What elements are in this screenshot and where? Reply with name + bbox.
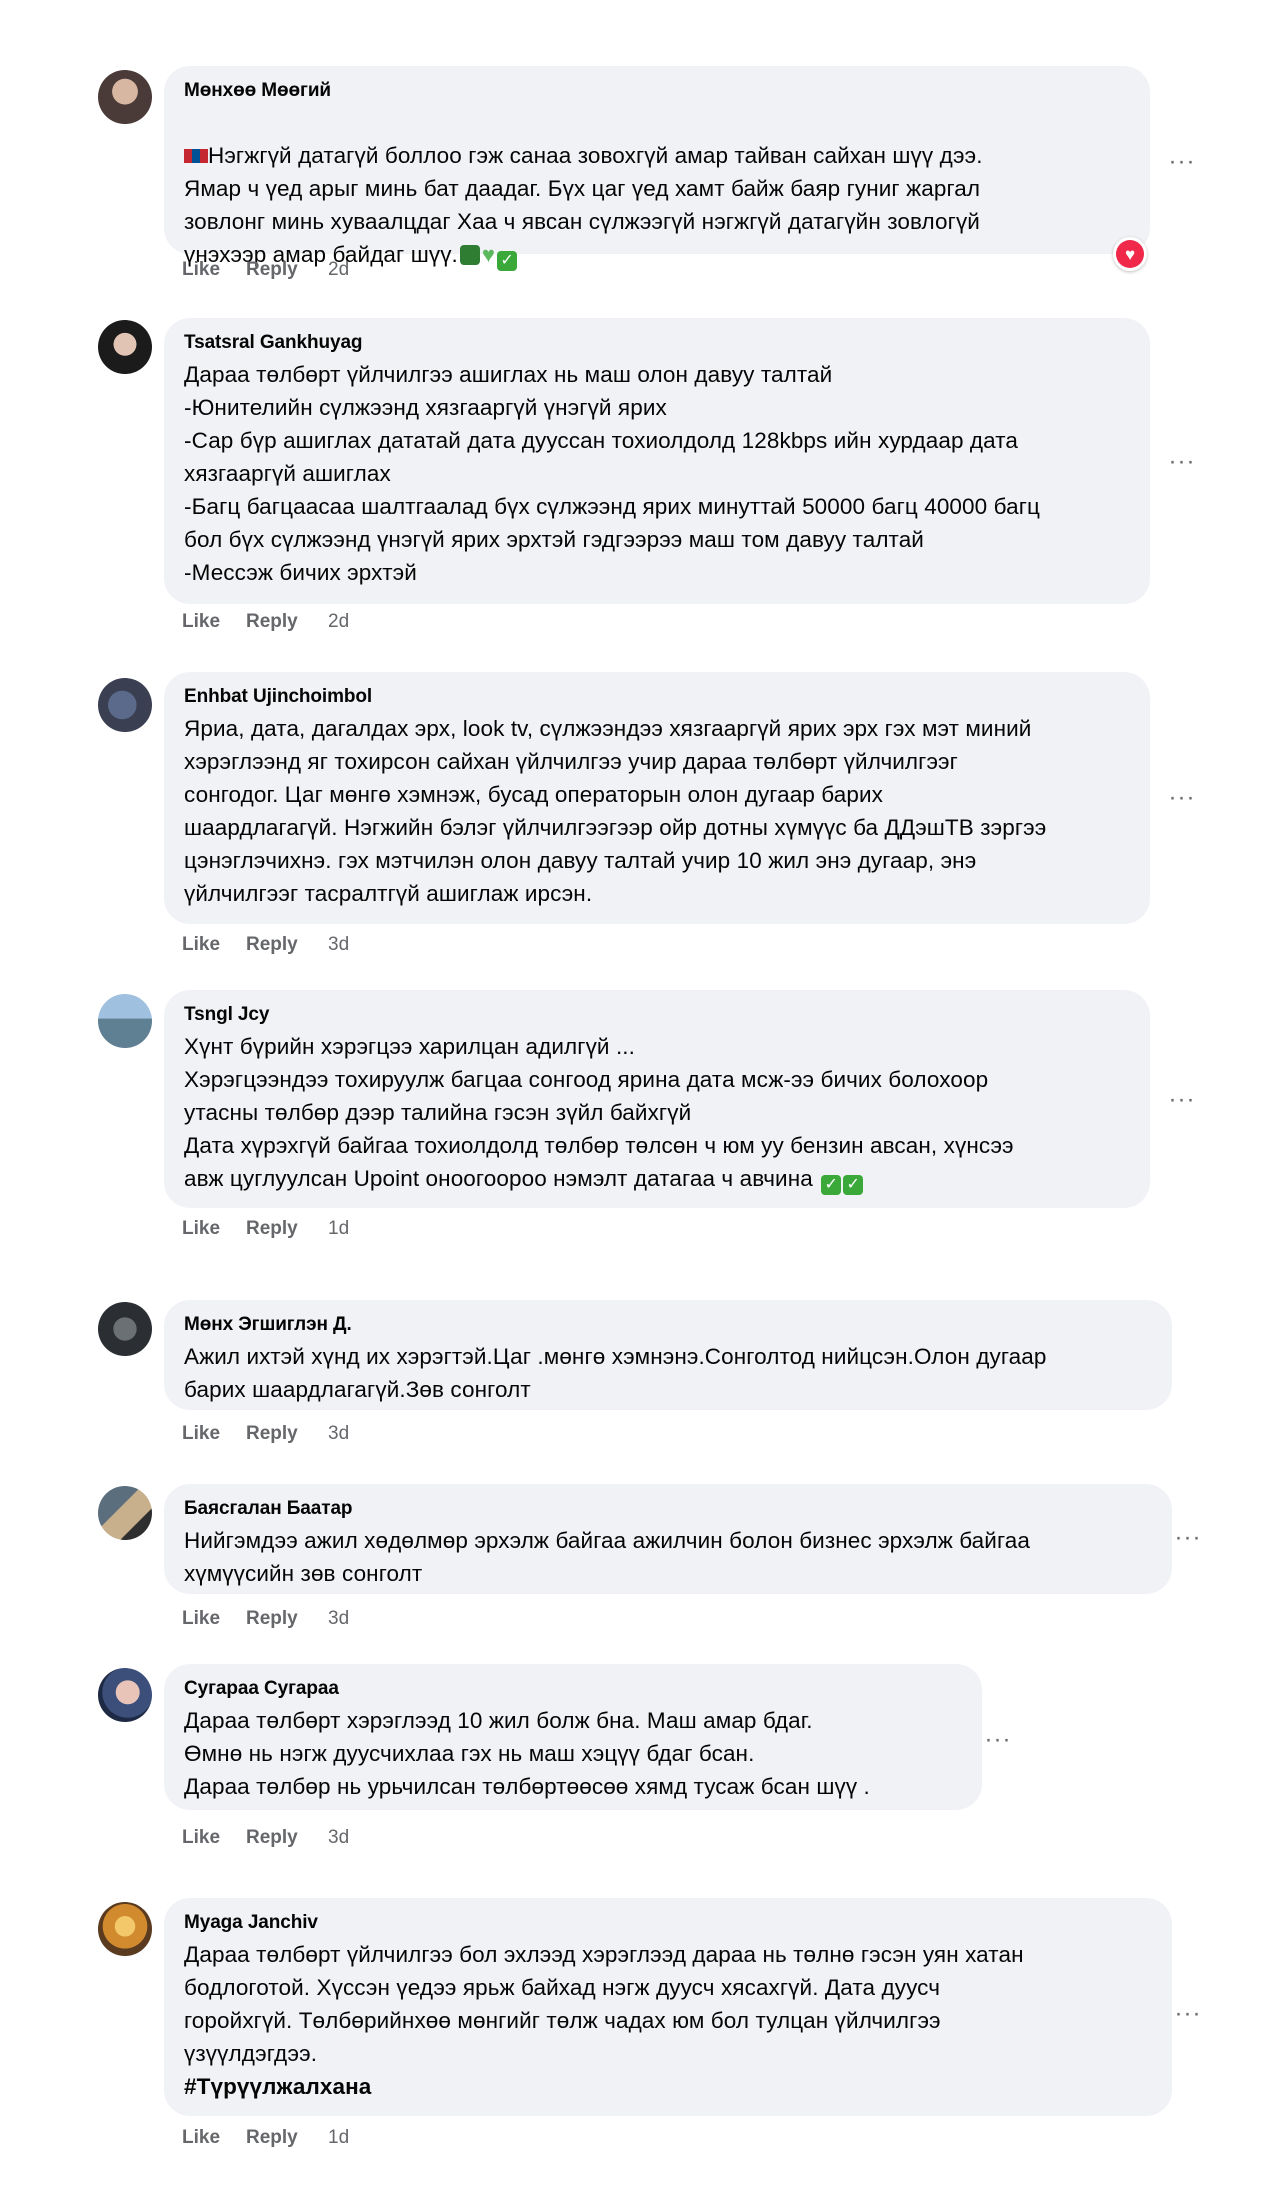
like-button[interactable]: Like [182, 611, 246, 633]
comment-time[interactable]: 3d [328, 934, 349, 956]
like-button[interactable]: Like [182, 1608, 246, 1630]
avatar[interactable] [98, 1486, 152, 1540]
comment-time[interactable]: 3d [328, 1827, 349, 1849]
comment-time[interactable]: 1d [328, 1218, 349, 1240]
comment-text: Дараа төлбөрт хэрэглээд 10 жил болж бна.… [184, 1708, 870, 1799]
avatar[interactable] [98, 1902, 152, 1956]
comment-actions: Like Reply 2d [182, 259, 349, 281]
comment-body: Нэгжгүй датагүй боллоо гэж санаа зовохгү… [184, 143, 983, 267]
like-button[interactable]: Like [182, 1827, 246, 1849]
reply-button[interactable]: Reply [246, 259, 328, 281]
avatar[interactable] [98, 1302, 152, 1356]
hashtag-link[interactable]: #Түрүүлжалхана [184, 2070, 1152, 2103]
reply-button[interactable]: Reply [246, 1827, 328, 1849]
comment-time[interactable]: 3d [328, 1423, 349, 1445]
comment-time[interactable]: 3d [328, 1608, 349, 1630]
comment-author[interactable]: Enhbat Ujinchoimbol [184, 686, 1130, 708]
comment-actions: Like Reply 3d [182, 934, 349, 956]
avatar[interactable] [98, 678, 152, 732]
reply-button[interactable]: Reply [246, 1218, 328, 1240]
comment-time[interactable]: 1d [328, 2127, 349, 2149]
comment-bubble: Мөнхөө Мөөгий Нэгжгүй датагүй боллоо гэж… [164, 66, 1150, 271]
comment-bubble: Tsatsral Gankhuyag Дараа төлбөрт үйлчилг… [164, 318, 1150, 604]
like-button[interactable]: Like [182, 2127, 246, 2149]
comment-author[interactable]: Баясгалан Баатар [184, 1498, 1152, 1520]
comment-author[interactable]: Сугараа Сугараа [184, 1678, 962, 1700]
more-options-icon[interactable]: ··· [1168, 1518, 1208, 1558]
comment-actions: Like Reply 1d [182, 2127, 349, 2149]
comment-time[interactable]: 2d [328, 611, 349, 633]
reply-button[interactable]: Reply [246, 934, 328, 956]
mongolia-flag-icon [184, 149, 208, 163]
comment-bubble: Баясгалан Баатар Нийгэмдээ ажил хөдөлмөр… [164, 1484, 1172, 1594]
comment-bubble: Tsngl Jcy Хүнт бүрийн хэрэгцээ харилцан … [164, 990, 1150, 1208]
more-options-icon[interactable]: ··· [1168, 1994, 1208, 2034]
comment-bubble: Мөнх Эгшиглэн Д. Ажил ихтэй хүнд их хэрэ… [164, 1300, 1172, 1410]
more-options-icon[interactable]: ··· [1162, 778, 1202, 818]
avatar[interactable] [98, 1668, 152, 1722]
reply-button[interactable]: Reply [246, 2127, 328, 2149]
comment-author[interactable]: Мөнхөө Мөөгий [184, 80, 1130, 102]
comment-author[interactable]: Мөнх Эгшиглэн Д. [184, 1314, 1152, 1336]
avatar[interactable] [98, 320, 152, 374]
like-button[interactable]: Like [182, 1218, 246, 1240]
comment-actions: Like Reply 3d [182, 1608, 349, 1630]
reply-button[interactable]: Reply [246, 1423, 328, 1445]
comment-bubble: Myaga Janchiv Дараа төлбөрт үйлчилгээ бо… [164, 1898, 1172, 2116]
comment-text: Дараа төлбөрт үйлчилгээ ашиглах нь маш о… [184, 362, 1041, 585]
comment-bubble: Сугараа Сугараа Дараа төлбөрт хэрэглээд … [164, 1664, 982, 1810]
more-options-icon[interactable]: ··· [978, 1720, 1018, 1760]
green-book-icon [459, 245, 480, 265]
green-heart-icon: ♥ [481, 242, 496, 267]
check-mark-icon: ✓ [843, 1175, 864, 1195]
reply-button[interactable]: Reply [246, 1608, 328, 1630]
check-mark-icon: ✓ [821, 1175, 842, 1195]
comment-actions: Like Reply 3d [182, 1423, 349, 1445]
avatar[interactable] [98, 70, 152, 124]
more-options-icon[interactable]: ··· [1162, 442, 1202, 482]
more-options-icon[interactable]: ··· [1162, 1080, 1202, 1120]
comment-actions: Like Reply 1d [182, 1218, 349, 1240]
comment-actions: Like Reply 3d [182, 1827, 349, 1849]
check-mark-icon: ✓ [497, 251, 518, 271]
reply-button[interactable]: Reply [246, 611, 328, 633]
comment-actions: Like Reply 2d [182, 611, 349, 633]
comment-time[interactable]: 2d [328, 259, 349, 281]
comment-author[interactable]: Tsngl Jcy [184, 1004, 1130, 1026]
comment-text: Ажил ихтэй хүнд их хэрэгтэй.Цаг .мөнгө х… [184, 1344, 1047, 1402]
comment-bubble: Enhbat Ujinchoimbol Яриа, дата, дагалдах… [164, 672, 1150, 924]
comment-text: Яриа, дата, дагалдах эрх, look tv, сүлжэ… [184, 716, 1047, 906]
like-button[interactable]: Like [182, 259, 246, 281]
comment-text: Нийгэмдээ ажил хөдөлмөр эрхэлж байгаа аж… [184, 1528, 1031, 1586]
avatar[interactable] [98, 994, 152, 1048]
like-button[interactable]: Like [182, 934, 246, 956]
heart-reaction-icon[interactable]: ♥ [1113, 237, 1147, 271]
more-options-icon[interactable]: ··· [1162, 142, 1202, 182]
comment-body: Хүнт бүрийн хэрэгцээ харилцан адилгүй ..… [184, 1034, 1014, 1191]
comment-text: Нэгжгүй датагүй боллоо гэж санаа зовохгү… [184, 106, 1130, 271]
like-button[interactable]: Like [182, 1423, 246, 1445]
comment-text: Хүнт бүрийн хэрэгцээ харилцан адилгүй ..… [184, 1030, 1130, 1195]
comment-text: Дараа төлбөрт үйлчилгээ бол эхлээд хэрэг… [184, 1942, 1024, 2066]
comment-author[interactable]: Myaga Janchiv [184, 1912, 1152, 1934]
comment-author[interactable]: Tsatsral Gankhuyag [184, 332, 1130, 354]
